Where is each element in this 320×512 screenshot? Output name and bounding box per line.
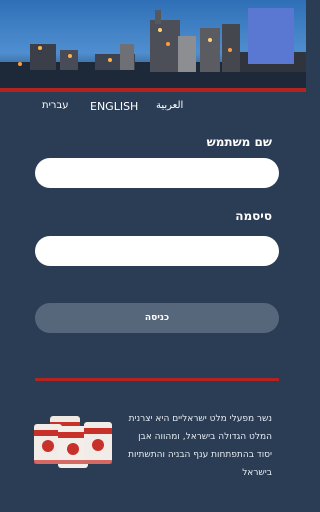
- brand-logo: [248, 8, 294, 64]
- username-input[interactable]: [35, 158, 279, 188]
- cement-bags-icon: [32, 414, 116, 476]
- username-label: שם משתמש: [206, 135, 272, 149]
- login-button[interactable]: כניסה: [35, 303, 279, 333]
- about-text: נשר מפעלי מלט ישראליים היא יצרנית המלט ה…: [128, 414, 272, 478]
- language-switcher: עברית ENGLISH العربية: [0, 100, 306, 120]
- section-divider: [35, 378, 279, 381]
- language-english-link[interactable]: ENGLISH: [90, 100, 138, 113]
- password-label: סיסמה: [235, 209, 272, 223]
- header-red-stripe: [0, 88, 306, 92]
- password-input[interactable]: [35, 236, 279, 266]
- language-arabic-link[interactable]: العربية: [156, 100, 183, 111]
- language-hebrew-link[interactable]: עברית: [42, 100, 69, 111]
